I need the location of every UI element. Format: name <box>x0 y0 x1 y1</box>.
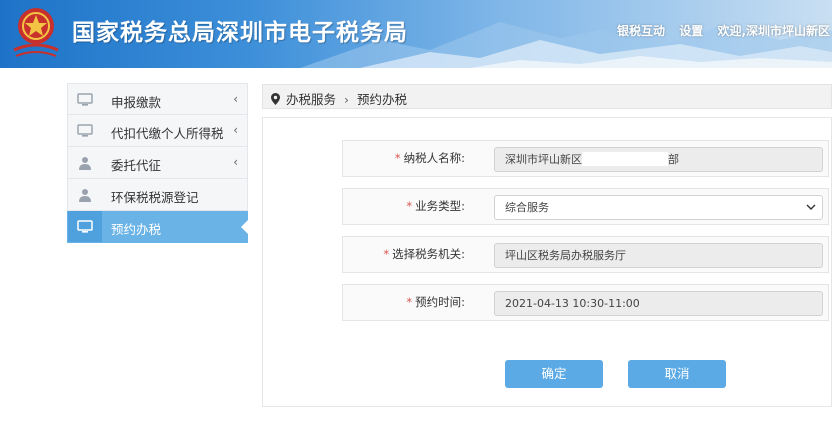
confirm-button[interactable]: 确定 <box>505 360 603 388</box>
settings-link[interactable]: 设置 <box>679 24 703 38</box>
chevron-left-icon: ‹ <box>233 123 238 137</box>
tax-office-label: * 选择税务机关: <box>383 247 465 261</box>
taxpayer-name-label: * 纳税人名称: <box>394 151 465 165</box>
monitor-icon <box>68 84 102 115</box>
chevron-left-icon: ‹ <box>233 92 238 106</box>
sidebar-item-label: 代扣代缴个人所得税 <box>111 126 224 141</box>
location-pin-icon <box>271 92 280 107</box>
cancel-button[interactable]: 取消 <box>628 360 726 388</box>
site-title: 国家税务总局深圳市电子税务局 <box>72 20 408 46</box>
tax-office-field[interactable]: 坪山区税务局办税服务厅 <box>494 243 823 268</box>
welcome-user-text: 欢迎,深圳市坪山新区 <box>717 24 830 38</box>
breadcrumb: 办税服务 › 预约办税 <box>262 84 832 109</box>
business-type-row: * 业务类型: 综合服务 <box>342 188 829 225</box>
sidebar-item-environmental-tax[interactable]: 环保税税源登记 <box>67 179 248 211</box>
user-icon <box>68 179 102 210</box>
appointment-form-panel: * 纳税人名称: 深圳市坪山新区部 * 业务类型: 综合服务 * 选择税务机关: 坪山… <box>262 117 832 407</box>
appointment-time-row: * 预约时间: 2021-04-13 10:30-11:00 <box>342 284 829 321</box>
breadcrumb-current: 预约办税 <box>356 92 407 107</box>
sidebar-item-entrusted-collection[interactable]: 委托代征 ‹ <box>67 147 248 179</box>
sidebar-item-label: 申报缴款 <box>111 95 162 110</box>
user-icon <box>68 147 102 178</box>
sidebar-item-appointment[interactable]: 预约办税 <box>67 211 248 243</box>
header-banner: 国家税务总局深圳市电子税务局 银税互动 设置 欢迎,深圳市坪山新区 <box>0 0 832 68</box>
chevron-left-icon: ‹ <box>233 155 238 169</box>
sidebar-item-withholding-income-tax[interactable]: 代扣代缴个人所得税 ‹ <box>67 115 248 147</box>
sidebar-item-label: 环保税税源登记 <box>111 190 199 205</box>
redacted-region <box>582 152 668 166</box>
sidebar-item-label: 委托代征 <box>111 158 162 173</box>
tax-office-row: * 选择税务机关: 坪山区税务局办税服务厅 <box>342 236 829 273</box>
sidebar-item-declare-pay[interactable]: 申报缴款 ‹ <box>67 83 248 115</box>
taxpayer-name-field: 深圳市坪山新区部 <box>494 147 823 172</box>
monitor-icon <box>68 211 102 242</box>
header-links: 银税互动 设置 欢迎,深圳市坪山新区 <box>607 22 830 39</box>
appointment-time-label: * 预约时间: <box>406 295 465 309</box>
appointment-time-field[interactable]: 2021-04-13 10:30-11:00 <box>494 291 823 316</box>
breadcrumb-root[interactable]: 办税服务 <box>286 92 336 107</box>
monitor-icon <box>68 115 102 146</box>
bank-tax-interaction-link[interactable]: 银税互动 <box>617 24 665 38</box>
business-type-label: * 业务类型: <box>406 199 465 213</box>
tax-bureau-emblem-icon <box>13 8 59 57</box>
taxpayer-name-row: * 纳税人名称: 深圳市坪山新区部 <box>342 140 829 177</box>
chevron-down-icon <box>806 196 816 219</box>
sidebar: 申报缴款 ‹ 代扣代缴个人所得税 ‹ 委托代征 ‹ 环保税税源登记 预约办税 <box>67 83 248 243</box>
sidebar-item-label: 预约办税 <box>111 222 162 237</box>
business-type-select[interactable]: 综合服务 <box>494 195 823 220</box>
breadcrumb-separator: › <box>343 92 349 107</box>
